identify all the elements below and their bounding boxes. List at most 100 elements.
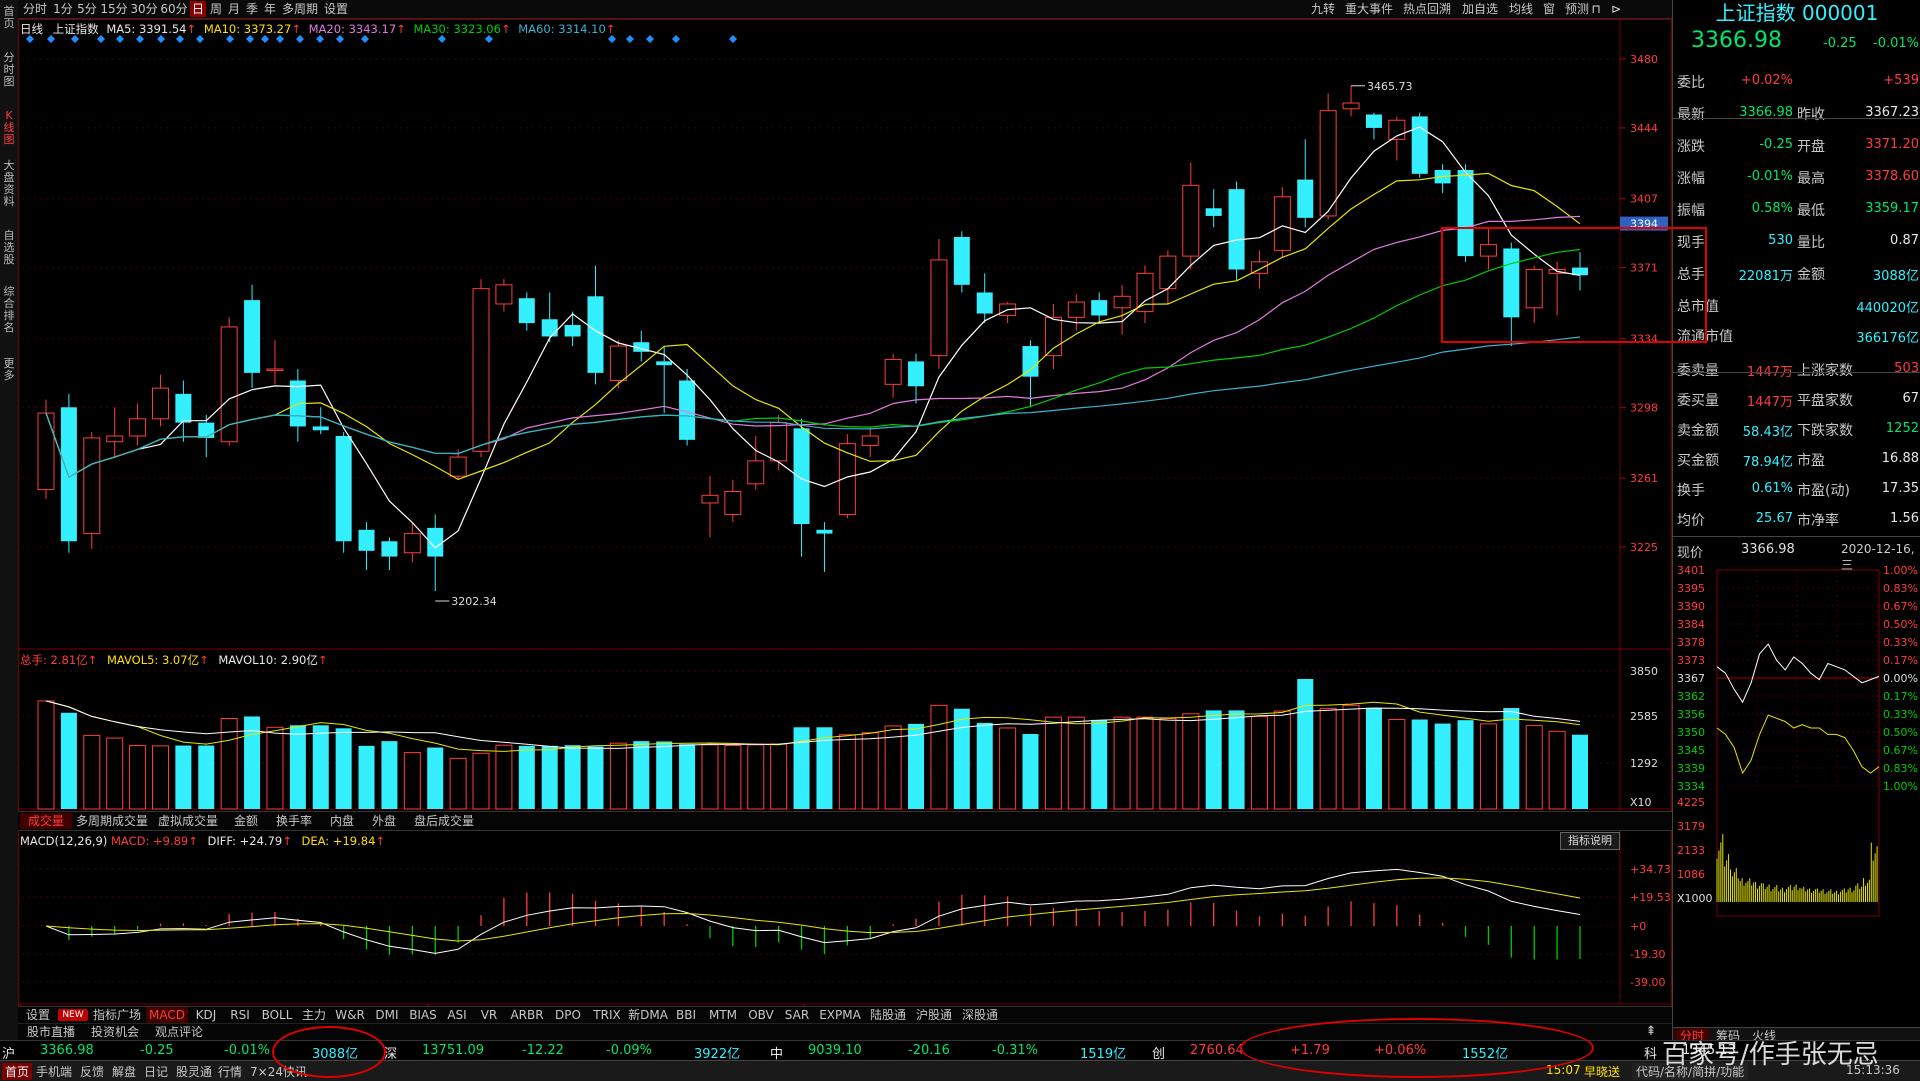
left-tab-0[interactable]: 首页	[1, 6, 17, 30]
left-tab-1[interactable]: 分时图	[1, 52, 17, 88]
lock-icon[interactable]: ⊓	[1588, 1, 1604, 17]
kline-chart[interactable]: 3480344434073371333432983261322533943465…	[18, 19, 1672, 1039]
indicator-tab-8[interactable]: W&R	[332, 1007, 368, 1023]
period-button-12[interactable]: 设置	[322, 1, 350, 17]
period-button-10[interactable]: 年	[262, 1, 278, 17]
indicator-tab-18[interactable]: MTM	[704, 1007, 742, 1023]
event-marker-icon[interactable]	[672, 35, 680, 43]
status-analysis[interactable]: 解盘	[112, 1063, 136, 1080]
status-diary[interactable]: 日记	[144, 1063, 168, 1080]
info-tab-0[interactable]: 股市直播	[20, 1024, 82, 1040]
next-icon[interactable]: ⊳	[1608, 1, 1624, 17]
indicator-help-button[interactable]: 指标说明	[1560, 832, 1620, 850]
status-news[interactable]: 早晓送	[1584, 1063, 1620, 1080]
period-button-9[interactable]: 季	[244, 1, 260, 17]
candle[interactable]	[381, 537, 398, 570]
left-tab-5[interactable]: 综合排名	[1, 286, 17, 334]
toolbar-item-3[interactable]: 加自选	[1458, 1, 1502, 17]
indicator-tab-15[interactable]: TRIX	[588, 1007, 626, 1023]
indicator-tab-5[interactable]: RSI	[224, 1007, 256, 1023]
indicator-tab-12[interactable]: VR	[474, 1007, 504, 1023]
toolbar-item-4[interactable]: 均线	[1506, 1, 1536, 17]
candle[interactable]	[747, 436, 765, 490]
candle[interactable]	[930, 238, 948, 370]
indicator-tab-23[interactable]: 沪股通	[912, 1007, 956, 1023]
event-marker-icon[interactable]	[729, 35, 737, 43]
status-stock-link[interactable]: 股灵通	[176, 1063, 212, 1080]
candle[interactable]	[495, 279, 513, 312]
info-tab-1[interactable]: 投资机会	[84, 1024, 146, 1040]
status-mobile[interactable]: 手机端	[36, 1063, 72, 1080]
candle[interactable]	[816, 522, 833, 572]
info-tab-2[interactable]: 观点评论	[148, 1024, 210, 1040]
candle[interactable]	[1067, 294, 1085, 331]
candle[interactable]	[244, 284, 261, 389]
indicator-tab-11[interactable]: ASI	[442, 1007, 472, 1023]
candle[interactable]	[656, 346, 673, 414]
indicator-tab-4[interactable]: KDJ	[190, 1007, 222, 1023]
period-button-1[interactable]: 1分	[52, 1, 74, 17]
left-tab-2[interactable]: K线图	[1, 110, 17, 146]
candle[interactable]	[564, 311, 581, 347]
indicator-tab-3[interactable]: MACD	[146, 1007, 188, 1023]
candle[interactable]	[1342, 85, 1360, 117]
indicator-tab-14[interactable]: DPO	[550, 1007, 586, 1023]
left-tab-4[interactable]: 自选股	[1, 230, 17, 266]
candle[interactable]	[220, 317, 238, 446]
period-button-0[interactable]: 分时	[20, 1, 50, 17]
candle[interactable]	[884, 353, 902, 398]
candle[interactable]	[633, 330, 650, 362]
candle[interactable]	[358, 522, 375, 570]
period-button-7[interactable]: 周	[208, 1, 224, 17]
left-tab-3[interactable]: 大盘资料	[1, 160, 17, 208]
status-feedback[interactable]: 反馈	[80, 1063, 104, 1080]
candle[interactable]	[335, 432, 352, 553]
candle[interactable]	[861, 426, 879, 458]
candle[interactable]	[1411, 112, 1428, 178]
candle[interactable]	[1228, 181, 1245, 281]
indicator-tab-6[interactable]: BOLL	[258, 1007, 296, 1023]
candle[interactable]	[1273, 187, 1291, 259]
volume-tab-2[interactable]: 虚拟成交量	[152, 813, 224, 829]
status-quotes[interactable]: 行情	[218, 1063, 242, 1080]
volume-tab-4[interactable]: 换手率	[268, 813, 320, 829]
candle[interactable]	[953, 231, 970, 293]
candle[interactable]	[793, 418, 810, 557]
indicator-tab-19[interactable]: OBV	[744, 1007, 778, 1023]
collapse-icon[interactable]: ⇞	[1640, 1024, 1662, 1039]
volume-tab-0[interactable]: 成交量	[20, 813, 72, 829]
indicator-tab-24[interactable]: 深股通	[958, 1007, 1002, 1023]
candle[interactable]	[587, 265, 604, 385]
candle[interactable]	[908, 353, 925, 404]
candle[interactable]	[1136, 265, 1154, 324]
candle[interactable]	[1182, 162, 1200, 270]
candle[interactable]	[609, 340, 627, 389]
period-button-3[interactable]: 15分	[100, 1, 128, 17]
candle[interactable]	[1044, 303, 1062, 370]
toolbar-item-2[interactable]: 热点回溯	[1400, 1, 1454, 17]
period-button-2[interactable]: 5分	[76, 1, 98, 17]
candle[interactable]	[701, 476, 719, 538]
candle[interactable]	[976, 273, 993, 324]
event-marker-icon[interactable]	[626, 35, 634, 43]
toolbar-item-1[interactable]: 重大事件	[1342, 1, 1396, 17]
candle[interactable]	[266, 340, 284, 385]
indicator-tab-17[interactable]: BBI	[670, 1007, 702, 1023]
indicator-tab-0[interactable]: 设置	[20, 1007, 56, 1023]
indicator-tab-1[interactable]: NEW	[58, 1009, 88, 1021]
indicator-tab-22[interactable]: 陆股通	[866, 1007, 910, 1023]
indicator-tab-21[interactable]: EXPMA	[816, 1007, 864, 1023]
indicator-tab-13[interactable]: ARBR	[506, 1007, 548, 1023]
toolbar-item-0[interactable]: 九转	[1308, 1, 1338, 17]
volume-tab-7[interactable]: 盘后成交量	[406, 813, 482, 829]
indicator-tab-20[interactable]: SAR	[780, 1007, 814, 1023]
volume-tab-1[interactable]: 多周期成交量	[74, 813, 150, 829]
candle[interactable]	[541, 292, 558, 343]
candle[interactable]	[1205, 189, 1222, 228]
indicator-tab-2[interactable]: 指标广场	[90, 1007, 144, 1023]
indicator-tab-16[interactable]: 新DMA	[628, 1007, 668, 1023]
candle[interactable]	[1297, 139, 1314, 228]
candle[interactable]	[106, 407, 124, 458]
intraday-mini-chart[interactable]: 3401 1.00% 3395 0.83% 3390 0.67% 3384 0.50% 3378…	[1673, 560, 1920, 1030]
candle[interactable]	[175, 380, 192, 442]
